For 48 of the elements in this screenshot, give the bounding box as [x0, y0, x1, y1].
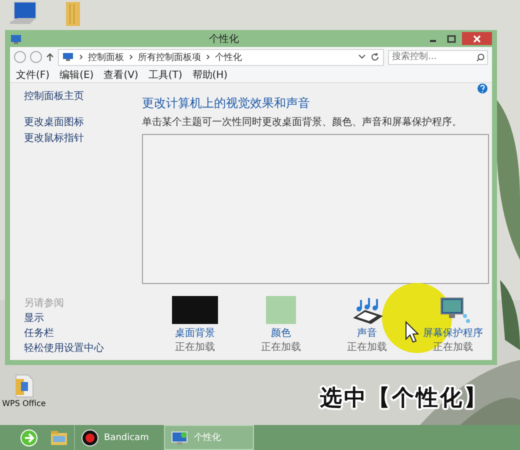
menu-item[interactable]: 工具(T): [148, 68, 182, 82]
folder-icon: [50, 428, 68, 446]
refresh-icon[interactable]: [370, 52, 380, 62]
search-icon: [476, 52, 485, 62]
monitor-icon: [10, 32, 22, 44]
menu-item[interactable]: 查看(V): [104, 68, 138, 82]
help-icon[interactable]: [477, 83, 488, 94]
desktop-icon-label[interactable]: WPS Office: [2, 399, 46, 408]
setting-link[interactable]: 声音: [357, 326, 377, 340]
mouse-pointer-icon: [405, 321, 419, 343]
description: 单击某个主题可一次性同时更改桌面背景、颜色、声音和屏幕保护程序。: [142, 116, 463, 129]
address-bar[interactable]: 控制面板 所有控制面板项 个性化: [58, 48, 384, 66]
loading-status: 正在加载: [433, 340, 473, 354]
up-arrow-icon[interactable]: [46, 52, 54, 62]
close-button[interactable]: [462, 32, 492, 45]
loading-status: 正在加载: [347, 340, 387, 354]
dropdown-icon[interactable]: [358, 54, 366, 60]
sidebar-link[interactable]: 更改桌面图标: [24, 115, 84, 129]
chevron-icon: [205, 54, 211, 60]
loading-status: 正在加载: [261, 340, 301, 354]
sidebar-link[interactable]: 更改鼠标指针: [24, 131, 84, 145]
color-swatch[interactable]: [266, 296, 296, 324]
loading-status: 正在加载: [175, 340, 215, 354]
subtitle: 选中【个性化】: [320, 385, 488, 413]
sidebar-link[interactable]: 任务栏: [24, 326, 54, 340]
sidebar-link[interactable]: 显示: [24, 311, 44, 325]
chevron-icon: [78, 54, 84, 60]
monitor-icon: [62, 52, 74, 62]
sidebar-link[interactable]: 轻松使用设置中心: [24, 341, 104, 355]
chevron-icon: [128, 54, 134, 60]
breadcrumb[interactable]: 个性化: [215, 50, 242, 64]
menu-item[interactable]: 编辑(E): [60, 68, 94, 82]
menu-item[interactable]: 帮助(H): [192, 68, 228, 82]
monitor-icon: [171, 428, 189, 446]
setting-link[interactable]: 颜色: [271, 326, 291, 340]
background-thumbnail[interactable]: [172, 296, 218, 324]
setting-link[interactable]: 桌面背景: [175, 326, 215, 340]
breadcrumb[interactable]: 控制面板: [88, 50, 124, 64]
search-field[interactable]: 搜索控制...: [388, 50, 488, 64]
sidebar-link[interactable]: 控制面板主页: [24, 89, 84, 103]
breadcrumb[interactable]: 所有控制面板项: [138, 50, 201, 64]
close-icon: [473, 34, 481, 42]
window-title: 个性化: [208, 32, 240, 46]
section-heading: 另请参阅: [24, 296, 65, 310]
record-icon: [81, 428, 99, 446]
page-heading: 更改计算机上的视觉效果和声音: [142, 95, 311, 112]
leaf-drawing: [500, 280, 520, 350]
menu-item[interactable]: 文件(F): [16, 68, 50, 82]
